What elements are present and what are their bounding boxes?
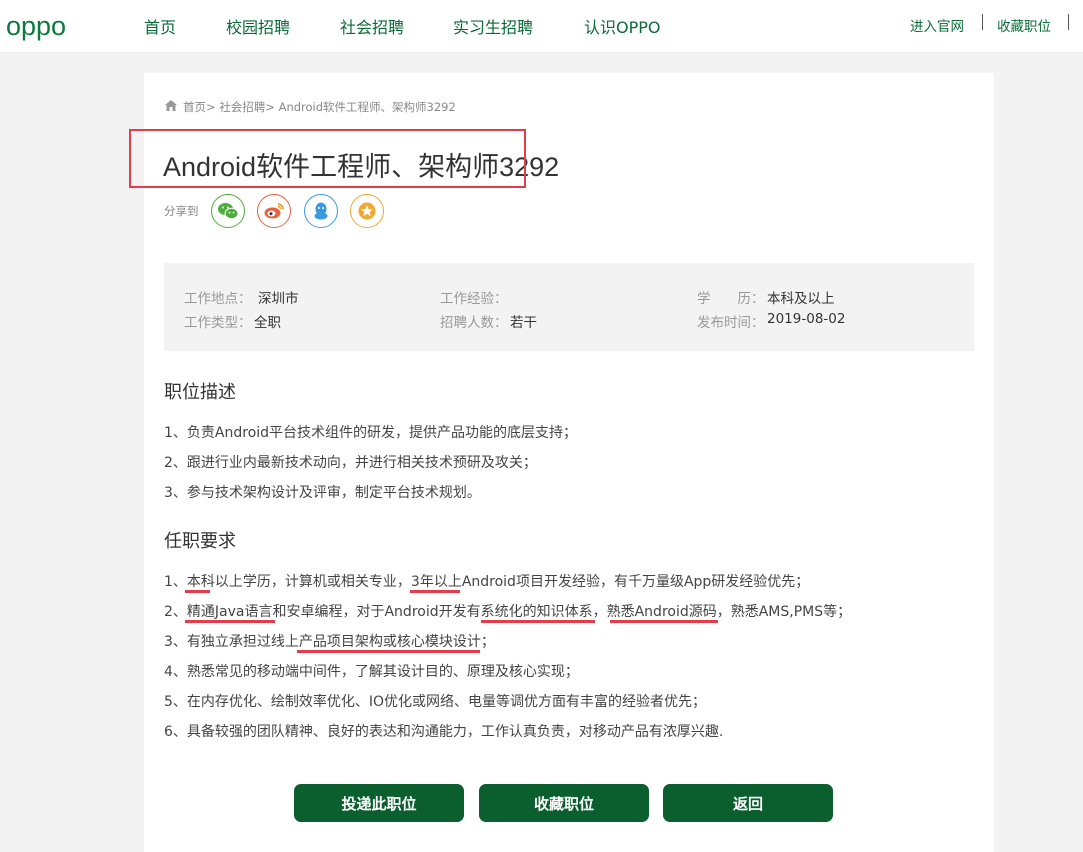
wechat-icon[interactable] — [211, 194, 245, 228]
education-label: 学 历： — [697, 291, 765, 307]
nav-item-about[interactable]: 认识OPPO — [584, 14, 661, 38]
date-value: 2019-08-02 — [767, 311, 846, 327]
education-value: 本科及以上 — [767, 291, 835, 307]
nav-divider — [982, 14, 983, 30]
qq-icon[interactable] — [304, 194, 338, 228]
requirement-item: 3、有独立承担过线上产品项目架构或核心模块设计； — [164, 634, 495, 650]
requirement-item: 6、具备较强的团队精神、良好的表达和沟通能力，工作认真负责，对移动产品有浓厚兴趣… — [164, 724, 724, 740]
date-label: 发布时间： — [697, 315, 765, 331]
headcount-value: 若干 — [510, 315, 537, 331]
weibo-icon[interactable] — [257, 194, 291, 228]
favorite-button[interactable]: 收藏职位 — [479, 784, 649, 822]
nav-item-social[interactable]: 社会招聘 — [340, 14, 404, 38]
annotation-underline — [410, 590, 460, 593]
share-label: 分享到 — [164, 204, 199, 218]
description-item: 1、负责Android平台技术组件的研发，提供产品功能的底层支持； — [164, 425, 578, 441]
description-item: 2、跟进行业内最新技术动向，并进行相关技术预研及攻关； — [164, 455, 537, 471]
headcount-label: 招聘人数： — [440, 315, 508, 331]
description-heading: 职位描述 — [164, 382, 236, 403]
nav-item-intern[interactable]: 实习生招聘 — [453, 14, 533, 38]
nav-divider — [1068, 14, 1069, 30]
annotation-underline — [185, 620, 275, 623]
saved-jobs-link[interactable]: 收藏职位 — [997, 15, 1051, 35]
breadcrumb[interactable]: 首页> 社会招聘> Android软件工程师、架构师3292 — [183, 99, 456, 115]
requirement-item: 5、在内存优化、绘制效率优化、IO优化或网络、电量等调优方面有丰富的经验者优先； — [164, 694, 707, 710]
type-value: 全职 — [254, 315, 281, 331]
job-info-panel — [164, 263, 974, 351]
location-label: 工作地点： — [184, 291, 252, 307]
nav-item-home[interactable]: 首页 — [144, 14, 176, 38]
location-value: 深圳市 — [258, 291, 299, 307]
home-icon[interactable] — [165, 100, 177, 111]
requirement-item: 1、本科以上学历，计算机或相关专业，3年以上Android项目开发经验，有千万量… — [164, 574, 810, 590]
top-navbar: oppo 首页 校园招聘 社会招聘 实习生招聘 认识OPPO 进入官网 收藏职位 — [0, 0, 1083, 53]
back-button[interactable]: 返回 — [663, 784, 833, 822]
requirement-item: 4、熟悉常见的移动端中间件，了解其设计目的、原理及核心实现； — [164, 664, 579, 680]
annotation-box — [129, 129, 526, 188]
annotation-underline — [297, 650, 480, 653]
annotation-underline — [481, 620, 595, 623]
apply-button[interactable]: 投递此职位 — [294, 784, 464, 822]
experience-label: 工作经验： — [440, 291, 508, 307]
official-site-link[interactable]: 进入官网 — [910, 15, 964, 35]
type-label: 工作类型： — [184, 315, 252, 331]
annotation-underline — [185, 590, 210, 593]
requirement-item: 2、精通Java语言和安卓编程，对于Android开发有系统化的知识体系，熟悉A… — [164, 604, 852, 620]
favorite-icon[interactable] — [350, 194, 384, 228]
description-item: 3、参与技术架构设计及评审，制定平台技术规划。 — [164, 485, 481, 501]
nav-item-campus[interactable]: 校园招聘 — [226, 14, 290, 38]
oppo-logo[interactable]: oppo — [6, 11, 66, 42]
requirements-heading: 任职要求 — [164, 531, 236, 552]
annotation-underline — [610, 620, 718, 623]
